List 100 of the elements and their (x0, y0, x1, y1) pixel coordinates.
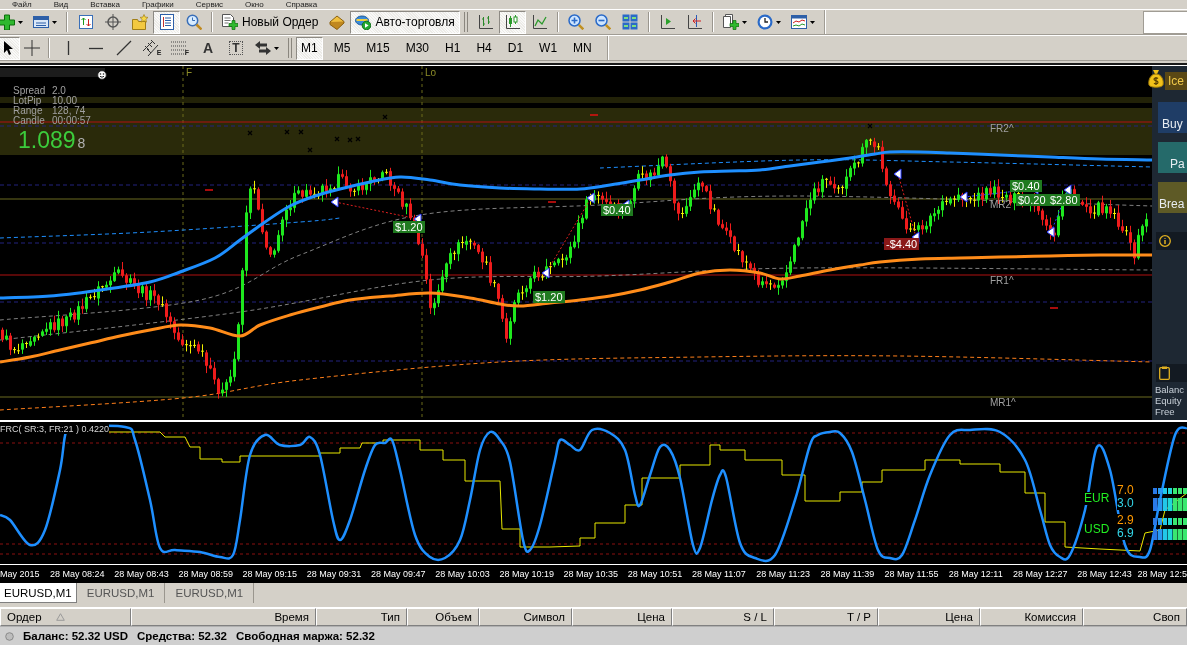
star-folder-icon (131, 14, 148, 30)
candlestick-chart-button[interactable] (498, 10, 526, 34)
timeframe-button[interactable]: M15 (361, 36, 395, 60)
time-axis-label: 28 May 12:5 (1137, 568, 1187, 580)
time-axis-label: 28 May 09:47 (371, 568, 426, 580)
line-chart-icon (531, 14, 548, 30)
column-header-label: Тип (380, 611, 400, 623)
time-axis-label: 28 May 12:43 (1077, 568, 1132, 580)
search-field[interactable] (1143, 10, 1187, 34)
diamond-icon (328, 14, 345, 30)
data-window-button[interactable] (153, 10, 180, 34)
timeframe-button[interactable]: M1 (296, 36, 323, 60)
clock-icon (756, 14, 773, 30)
vertical-line-icon (66, 41, 70, 55)
time-axis-label: 28 May 10:03 (435, 568, 490, 580)
column-header[interactable]: Время (131, 608, 316, 626)
menu-item[interactable]: Файл (12, 0, 32, 9)
column-header[interactable]: Комиссия (980, 608, 1083, 626)
account-label: Free (1155, 406, 1176, 417)
chart-window-icon (790, 14, 807, 30)
timeframe-button[interactable]: M5 (328, 36, 356, 60)
new-order-button[interactable]: Новый Ордер (217, 10, 324, 34)
horizontal-line-icon (89, 46, 103, 50)
column-header[interactable]: Цена (878, 608, 980, 626)
column-header-label: Объем (435, 611, 472, 623)
column-header[interactable]: Символ (479, 608, 572, 626)
plus-icon (0, 14, 15, 30)
time-axis-label: 28 May 11:39 (820, 568, 875, 580)
play-badge-icon (355, 14, 372, 30)
text-tool-button[interactable]: A (194, 36, 222, 60)
crosshair-icon (24, 40, 40, 56)
cursor-tool-button[interactable] (0, 36, 20, 60)
column-header-label: Комиссия (1024, 611, 1076, 623)
hatched-lines-icon (142, 40, 159, 56)
axes-triangle-icon (659, 14, 676, 30)
timeframe-button[interactable]: H4 (471, 36, 497, 60)
balance-text: Баланс: 52.32 USD (23, 630, 128, 642)
menu-item[interactable]: Вставка (90, 0, 120, 9)
time-axis-label: 28 May 09:31 (306, 568, 362, 580)
menu-item[interactable]: Графики (141, 0, 174, 9)
dotted-lines-icon (170, 40, 187, 56)
diagonal-line-icon (116, 40, 132, 56)
column-header[interactable]: Своп (1083, 608, 1187, 626)
time-axis-label: 28 May 08:24 (50, 568, 105, 580)
magnifier-clock-icon (185, 14, 202, 30)
info-icon (1159, 235, 1171, 247)
time-axis-label: 28 May 10:51 (627, 568, 683, 580)
time-axis-label: 28 May 10:35 (563, 568, 619, 580)
column-header[interactable]: S / L (672, 608, 774, 626)
chart-tab[interactable]: EURUSD,M1 (0, 583, 77, 603)
time-axis-label: 28 May 12:27 (1013, 568, 1068, 580)
money-bag-icon (1148, 69, 1164, 89)
time-axis-label: 28 May 08:43 (114, 568, 169, 580)
menu-item[interactable]: Справка (285, 0, 318, 9)
column-header[interactable]: Цена (572, 608, 672, 626)
column-header[interactable]: Объем (407, 608, 479, 626)
breakeven-button[interactable]: Brea (1158, 182, 1187, 213)
menu-item[interactable]: Окно (245, 0, 264, 9)
timeframe-button[interactable]: D1 (502, 36, 529, 60)
crosshair-circle-icon (104, 14, 121, 30)
partial-close-button[interactable]: Pa (1158, 142, 1187, 173)
free-margin-text: Свободная маржа: 52.32 (236, 630, 375, 642)
timeframe-button[interactable]: MN (568, 36, 597, 60)
menu-item[interactable]: Вид (53, 0, 69, 9)
window-icon (33, 14, 49, 30)
column-header[interactable]: Ордер (0, 608, 131, 626)
status-dot-icon (5, 631, 14, 641)
documents-plus-icon (722, 14, 739, 30)
panel-title: Ice (1165, 72, 1187, 90)
time-axis-label: May 2015 (0, 568, 40, 580)
autotrading-button[interactable]: Авто-торговля (350, 10, 460, 34)
account-label: Balanc (1155, 384, 1186, 395)
arrows-icon (255, 40, 271, 56)
zoom-in-icon (568, 14, 585, 30)
candlestick-icon (504, 14, 521, 30)
timeframe-button[interactable]: W1 (534, 36, 563, 60)
column-header-label: Цена (945, 611, 973, 623)
time-axis-label: 28 May 11:23 (756, 568, 811, 580)
column-header-label: S / L (743, 611, 767, 623)
zoom-out-icon (595, 14, 612, 30)
buy-button[interactable]: Buy (1158, 102, 1187, 133)
clipboard-icon (1159, 366, 1170, 380)
column-header-label: Символ (523, 611, 565, 623)
time-axis-label: 28 May 08:59 (178, 568, 233, 580)
column-header[interactable]: T / P (774, 608, 878, 626)
equity-text: Средства: 52.32 (137, 630, 227, 642)
grid-windows-icon (622, 14, 639, 30)
bar-chart-icon (477, 14, 494, 30)
column-header-label: Цена (637, 611, 665, 623)
timeframe-button[interactable]: H1 (440, 36, 466, 60)
time-axis-label: 28 May 11:55 (884, 568, 939, 580)
menu-item[interactable]: Сервис (195, 0, 224, 9)
timeframe-button[interactable]: M30 (400, 36, 435, 60)
time-axis-label: 28 May 09:15 (242, 568, 298, 580)
arrows-window-icon (77, 14, 94, 30)
document-plus-icon (222, 14, 238, 30)
text-label-tool-button[interactable]: T (222, 36, 250, 60)
column-header[interactable]: Тип (316, 608, 407, 626)
column-header-label: Ордер (7, 611, 42, 623)
list-window-icon (158, 14, 175, 30)
